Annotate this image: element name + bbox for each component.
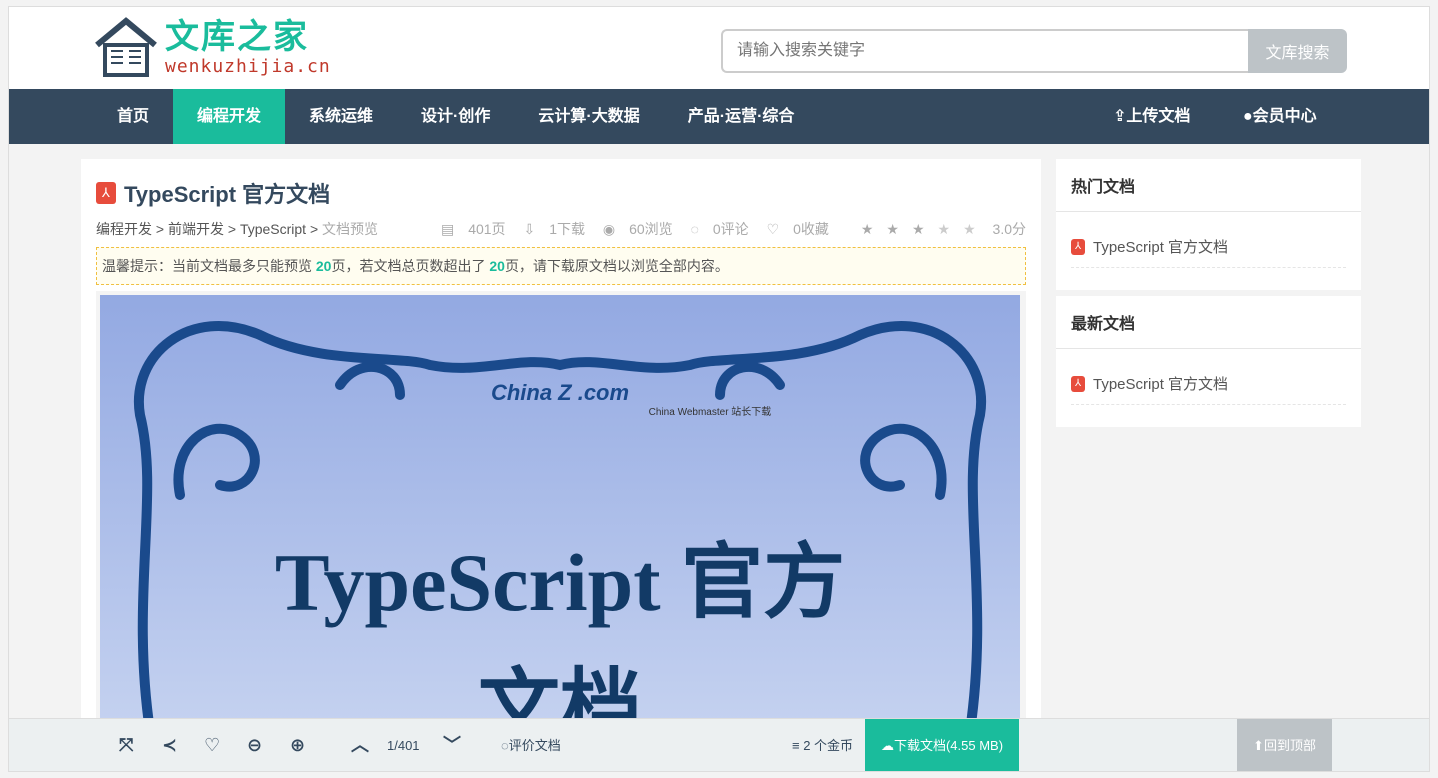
breadcrumb-category[interactable]: 编程开发	[96, 221, 152, 237]
document-preview[interactable]: China Z .com China Webmaster 站长下载 TypeSc…	[96, 291, 1026, 753]
logo[interactable]: 文库之家 wenkuzhijia.cn	[93, 17, 331, 77]
nav-design[interactable]: 设计·创作	[397, 89, 514, 144]
cover-title-line1: TypeScript 官方	[275, 537, 845, 628]
comment-icon: ◌	[501, 738, 509, 753]
rating-star: ★	[911, 221, 925, 237]
page-indicator: 1/401	[387, 738, 420, 753]
breadcrumb-topic[interactable]: TypeScript	[240, 221, 306, 237]
download-button[interactable]: ☁下载文档(4.55 MB)	[865, 719, 1019, 771]
cloud-download-icon: ☁	[880, 738, 894, 753]
arrow-up-icon: ⬆	[1253, 738, 1264, 753]
upload-label: 上传文档	[1126, 108, 1191, 125]
pdf-icon: ⅄	[1071, 375, 1085, 392]
rate-document-button[interactable]: ◌评价文档	[501, 719, 561, 771]
header: 文库之家 wenkuzhijia.cn 文库搜索	[9, 7, 1429, 89]
nav-sysops[interactable]: 系统运维	[285, 89, 397, 144]
search-button[interactable]: 文库搜索	[1248, 29, 1347, 73]
logo-title: 文库之家	[165, 17, 309, 56]
fullscreen-icon[interactable]: ⤧	[119, 719, 133, 771]
coin-cost: ≡ 2 个金币	[792, 738, 854, 753]
upload-link[interactable]: ⇪上传文档	[1089, 89, 1214, 144]
document-title: TypeScript 官方文档	[124, 182, 331, 207]
nav-cloud[interactable]: 云计算·大数据	[514, 89, 663, 144]
share-icon[interactable]: ≺	[162, 719, 177, 771]
favorite-heart-icon[interactable]: ♡	[204, 719, 220, 771]
pdf-icon: ⅄	[96, 182, 116, 204]
page-count: ▤ 401页	[440, 221, 506, 237]
view-count: ◉ 60浏览	[602, 221, 673, 237]
document-panel: ⅄ TypeScript 官方文档 编程开发 > 前端开发 > TypeScrip…	[81, 159, 1041, 759]
hot-documents: 热门文档 ⅄ TypeScript 官方文档	[1056, 159, 1361, 290]
pdf-icon: ⅄	[1071, 238, 1085, 255]
breadcrumb-subcategory[interactable]: 前端开发	[168, 221, 224, 237]
download-count: ⇩ 1下载	[523, 221, 585, 237]
document-cover-image: China Z .com China Webmaster 站长下载 TypeSc…	[100, 295, 1020, 753]
list-item[interactable]: ⅄ TypeScript 官方文档	[1071, 212, 1346, 268]
watermark-sub: China Webmaster 站长下载	[649, 405, 772, 418]
library-house-icon	[95, 17, 157, 77]
list-item[interactable]: ⅄ TypeScript 官方文档	[1071, 349, 1346, 405]
rating-star: ★	[937, 221, 951, 237]
rating-star: ★	[963, 221, 976, 237]
document-stats: ▤ 401页 ⇩ 1下载 ◉ 60浏览 ◌ 0评论 ♡ 0收藏 ★ ★ ★ ★ ★ 3.0分	[427, 219, 1026, 239]
comment-count: ◌ 0评论	[690, 221, 749, 237]
new-title: 最新文档	[1056, 296, 1361, 349]
nav-home[interactable]: 首页	[93, 89, 173, 144]
nav-programming[interactable]: 编程开发	[173, 89, 286, 144]
next-page-icon[interactable]: ﹀	[443, 719, 461, 771]
member-center-link[interactable]: ●会员中心	[1219, 89, 1341, 144]
new-documents: 最新文档 ⅄ TypeScript 官方文档	[1056, 296, 1361, 427]
previous-page-icon[interactable]: ︿	[351, 719, 369, 771]
rating-star: ★	[860, 221, 874, 237]
breadcrumb: 编程开发 > 前端开发 > TypeScript > 文档预览	[96, 221, 379, 237]
rating-stars: ★ ★ ★ ★ ★	[847, 221, 976, 237]
back-to-top-button[interactable]: ⬆回到顶部	[1237, 719, 1332, 771]
nav-product[interactable]: 产品·运营·综合	[664, 89, 819, 144]
main-nav: 首页 编程开发 系统运维 设计·创作 云计算·大数据 产品·运营·综合 ⇪上传文…	[9, 89, 1429, 144]
user-icon: ●	[1243, 108, 1253, 125]
search-bar: 文库搜索	[721, 29, 1347, 73]
search-input[interactable]	[721, 29, 1248, 73]
logo-domain: wenkuzhijia.cn	[165, 55, 331, 77]
page: 文库之家 wenkuzhijia.cn 文库搜索 首页 编程开发 系统运维 设计…	[8, 6, 1430, 772]
member-label: 会员中心	[1252, 108, 1317, 125]
upload-icon: ⇪	[1113, 108, 1127, 125]
hot-title: 热门文档	[1056, 159, 1361, 212]
zoom-out-icon[interactable]: ⊖	[247, 719, 262, 771]
coins-icon: ≡	[792, 738, 804, 753]
rating-star: ★	[886, 221, 899, 237]
watermark: China Z .com	[491, 380, 629, 405]
bottom-toolbar: ⤧ ≺ ♡ ⊖ ⊕ ︿ 1/401 ﹀ ◌评价文档 ≡ 2 个金币 ☁下载文档(…	[9, 718, 1429, 771]
zoom-in-icon[interactable]: ⊕	[290, 719, 305, 771]
rating-score: 3.0分	[992, 221, 1026, 237]
breadcrumb-current: 文档预览	[322, 221, 379, 237]
favorite-count[interactable]: ♡ 0收藏	[767, 221, 829, 237]
preview-notice: 温馨提示：当前文档最多只能预览 20页，若文档总页数超出了 20页，请下载原文档…	[96, 247, 1026, 285]
